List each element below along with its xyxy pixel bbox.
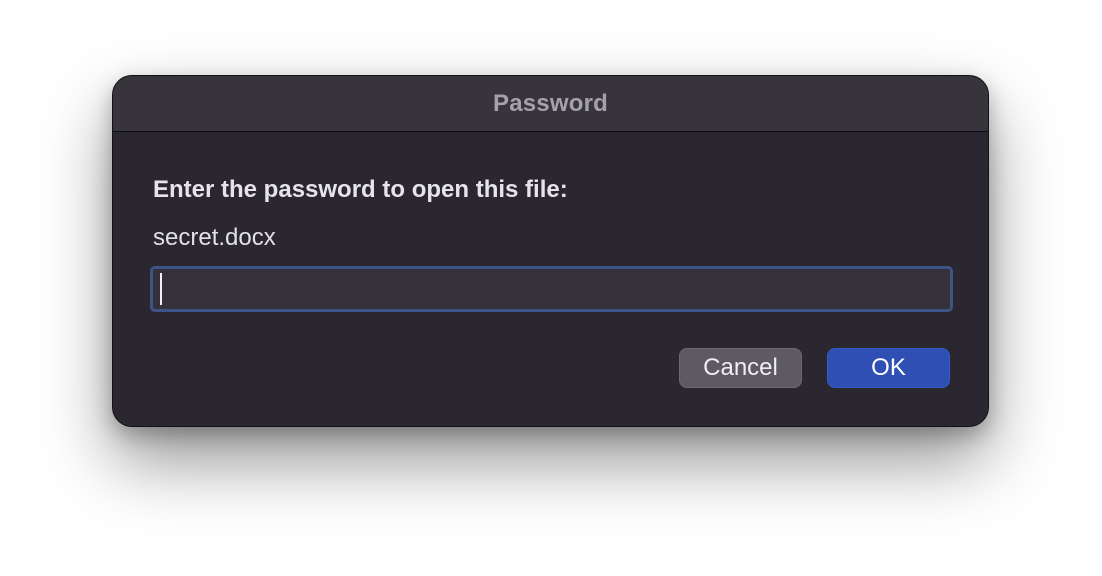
cancel-button[interactable]: Cancel xyxy=(679,348,802,388)
file-name-label: secret.docx xyxy=(153,224,276,251)
password-input[interactable] xyxy=(150,266,953,312)
screen: Password Enter the password to open this… xyxy=(0,0,1102,576)
ok-button-label: OK xyxy=(871,354,906,381)
dialog-title: Password xyxy=(493,89,608,117)
text-cursor xyxy=(160,273,162,305)
cancel-button-label: Cancel xyxy=(703,354,778,381)
password-prompt-label: Enter the password to open this file: xyxy=(153,176,568,203)
dialog-titlebar: Password xyxy=(113,76,988,132)
ok-button[interactable]: OK xyxy=(827,348,950,388)
password-dialog: Password Enter the password to open this… xyxy=(112,75,989,427)
